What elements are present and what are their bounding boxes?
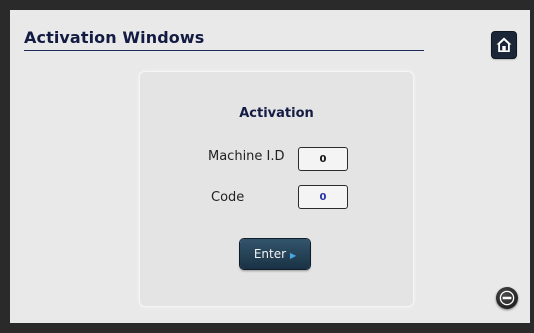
enter-button[interactable]: Enter ▶ <box>240 239 310 269</box>
machine-id-label: Machine I.D <box>208 149 285 164</box>
page-title: Activation Windows <box>24 28 205 47</box>
play-arrow-icon: ▶ <box>290 250 297 260</box>
activation-panel: Activation Machine I.D 0 Code 0 Enter ▶ <box>140 72 413 306</box>
activation-screen: Activation Windows Activation Machine I.… <box>10 10 530 323</box>
home-icon <box>496 37 512 52</box>
home-button[interactable] <box>492 32 516 58</box>
title-underline <box>24 50 424 51</box>
panel-title: Activation <box>239 106 314 121</box>
back-icon <box>499 290 515 306</box>
code-input[interactable]: 0 <box>298 185 348 209</box>
enter-button-label: Enter <box>253 247 287 261</box>
machine-id-display: 0 <box>298 147 348 171</box>
code-label: Code <box>211 190 245 205</box>
back-button[interactable] <box>496 287 518 309</box>
